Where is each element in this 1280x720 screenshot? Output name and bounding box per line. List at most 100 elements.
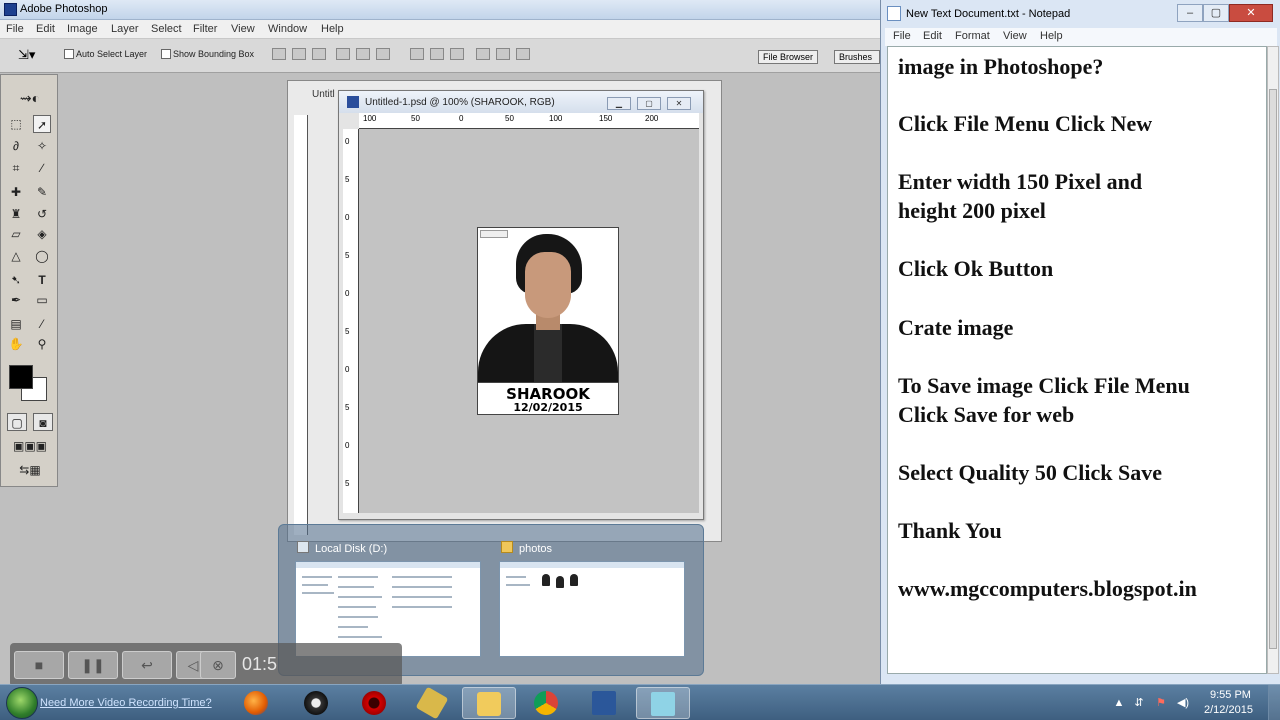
crop-tool-icon[interactable]: ⌗ <box>7 159 25 177</box>
lasso-tool-icon[interactable]: ∂ <box>7 137 25 155</box>
notepad-maximize-button[interactable]: ▢ <box>1203 4 1229 22</box>
options-bar: ⇲▾ Auto Select Layer Show Bounding Box F… <box>0 39 880 73</box>
menu-image[interactable]: Image <box>67 23 98 35</box>
clock-time[interactable]: 9:55 PM <box>1210 689 1251 701</box>
brush-tool-icon[interactable]: ✎ <box>33 183 51 201</box>
show-desktop-button[interactable] <box>1268 685 1280 720</box>
type-tool-icon[interactable]: T <box>33 271 51 289</box>
healing-brush-icon[interactable]: ✚ <box>7 183 25 201</box>
eraser-tool-icon[interactable]: ▱ <box>7 225 25 243</box>
clone-stamp-icon[interactable]: ♜ <box>7 205 25 223</box>
show-bounding-box-checkbox[interactable] <box>161 49 171 59</box>
stop-button[interactable]: ■ <box>14 651 64 679</box>
minimize-button[interactable]: ▁ <box>607 97 631 110</box>
screen-mode-icons[interactable]: ▣▣▣ <box>7 437 53 455</box>
notepad-minimize-button[interactable]: – <box>1177 4 1203 22</box>
hand-tool-icon[interactable]: ✋ <box>7 335 25 353</box>
distribute-hcenter-icon[interactable] <box>496 48 510 60</box>
align-top-icon[interactable] <box>272 48 286 60</box>
volume-tray-icon[interactable]: ◀) <box>1176 696 1190 710</box>
toolbox: ⇝◐ ⬚ ➚ ∂ ✧ ⌗ ∕ ✚ ✎ ♜ ↺ ▱ ◈ △ ◯ ➷ T ✒ ▭ ▤… <box>0 74 58 487</box>
align-vcenter-icon[interactable] <box>292 48 306 60</box>
scrollbar-thumb[interactable] <box>1269 89 1277 649</box>
pen-tool-icon[interactable]: ✒ <box>7 291 25 309</box>
back-document-title: Untitl <box>312 89 335 100</box>
np-menu-help[interactable]: Help <box>1040 30 1063 42</box>
distribute-vcenter-icon[interactable] <box>430 48 444 60</box>
menu-view[interactable]: View <box>231 23 255 35</box>
recording-promo-link[interactable]: Need More Video Recording Time? <box>40 697 212 709</box>
np-menu-edit[interactable]: Edit <box>923 30 942 42</box>
taskbar-explorer[interactable] <box>462 687 516 719</box>
blur-tool-icon[interactable]: △ <box>7 247 25 265</box>
align-left-icon[interactable] <box>336 48 350 60</box>
align-bottom-icon[interactable] <box>312 48 326 60</box>
notepad-close-button[interactable]: ✕ <box>1229 4 1273 22</box>
taskbar-notepad[interactable] <box>636 687 690 719</box>
standard-mode-icon[interactable]: ▢ <box>7 413 27 431</box>
id-photo-card[interactable]: SHAROOK 12/02/2015 <box>477 227 619 415</box>
taskbar-firefox[interactable] <box>230 687 284 719</box>
history-brush-icon[interactable]: ↺ <box>33 205 51 223</box>
marquee-tool-icon[interactable]: ⬚ <box>7 115 25 133</box>
text-line: Thank You <box>898 518 1002 543</box>
menu-window[interactable]: Window <box>268 23 307 35</box>
action-center-icon[interactable]: ⚑ <box>1154 696 1168 710</box>
shape-tool-icon[interactable]: ▭ <box>33 291 51 309</box>
foreground-color-swatch[interactable] <box>9 365 33 389</box>
taskbar-word[interactable] <box>578 687 632 719</box>
menu-help[interactable]: Help <box>321 23 344 35</box>
dodge-tool-icon[interactable]: ◯ <box>33 247 51 265</box>
slice-tool-icon[interactable]: ∕ <box>33 159 51 177</box>
path-select-icon[interactable]: ➷ <box>7 271 25 289</box>
horizontal-ruler: 100 50 0 50 100 150 200 <box>359 113 699 129</box>
maximize-button[interactable]: ▢ <box>637 97 661 110</box>
pause-button[interactable]: ❚❚ <box>68 651 118 679</box>
start-button[interactable] <box>6 687 38 719</box>
notepad-scrollbar[interactable] <box>1267 46 1279 674</box>
menu-select[interactable]: Select <box>151 23 182 35</box>
distribute-right-icon[interactable] <box>516 48 530 60</box>
zoom-tool-icon[interactable]: ⚲ <box>33 335 51 353</box>
network-icon[interactable]: ⇵ <box>1132 696 1146 710</box>
notes-tool-icon[interactable]: ▤ <box>7 315 25 333</box>
chrome-icon <box>534 691 558 715</box>
distribute-top-icon[interactable] <box>410 48 424 60</box>
align-right-icon[interactable] <box>376 48 390 60</box>
ruler-h-tick: 100 <box>363 114 377 123</box>
magic-wand-icon[interactable]: ✧ <box>33 137 51 155</box>
menu-filter[interactable]: Filter <box>193 23 217 35</box>
file-browser-tab[interactable]: File Browser <box>758 50 819 64</box>
distribute-bottom-icon[interactable] <box>450 48 464 60</box>
document-canvas[interactable]: SHAROOK 12/02/2015 <box>359 129 699 513</box>
distribute-left-icon[interactable] <box>476 48 490 60</box>
close-button[interactable]: ✕ <box>667 97 691 110</box>
taskbar-opera[interactable] <box>348 687 402 719</box>
np-menu-format[interactable]: Format <box>955 30 990 42</box>
taskbar-tools[interactable] <box>406 686 460 720</box>
back-button[interactable]: ↩ <box>122 651 172 679</box>
notepad-text-area[interactable]: image in Photoshope? Click File Menu Cli… <box>887 46 1267 674</box>
show-hidden-icons[interactable]: ▲ <box>1112 696 1126 710</box>
document-window[interactable]: Untitled-1.psd @ 100% (SHAROOK, RGB) ▁ ▢… <box>338 90 704 520</box>
thumbnail-preview-photos[interactable] <box>499 561 685 657</box>
move-tool-preset-icon[interactable]: ⇲▾ <box>18 47 35 63</box>
thumbnail-photo <box>542 574 550 586</box>
np-menu-file[interactable]: File <box>893 30 911 42</box>
menu-edit[interactable]: Edit <box>36 23 55 35</box>
cancel-recording-button[interactable]: ⊗ <box>200 651 236 679</box>
eyedropper-icon[interactable]: ⁄ <box>33 315 51 333</box>
move-tool-icon[interactable]: ➚ <box>33 115 51 133</box>
clock-date[interactable]: 2/12/2015 <box>1204 704 1253 716</box>
jump-to-imageready-icon[interactable]: ⇆▦ <box>7 461 53 479</box>
menu-file[interactable]: File <box>6 23 24 35</box>
align-hcenter-icon[interactable] <box>356 48 370 60</box>
auto-select-layer-checkbox[interactable] <box>64 49 74 59</box>
taskbar-chrome[interactable] <box>520 687 574 719</box>
quick-mask-icon[interactable]: ◙ <box>33 413 53 431</box>
brushes-tab[interactable]: Brushes <box>834 50 880 64</box>
taskbar-media-player[interactable] <box>290 687 344 719</box>
menu-layer[interactable]: Layer <box>111 23 139 35</box>
np-menu-view[interactable]: View <box>1003 30 1027 42</box>
paint-bucket-icon[interactable]: ◈ <box>33 225 51 243</box>
